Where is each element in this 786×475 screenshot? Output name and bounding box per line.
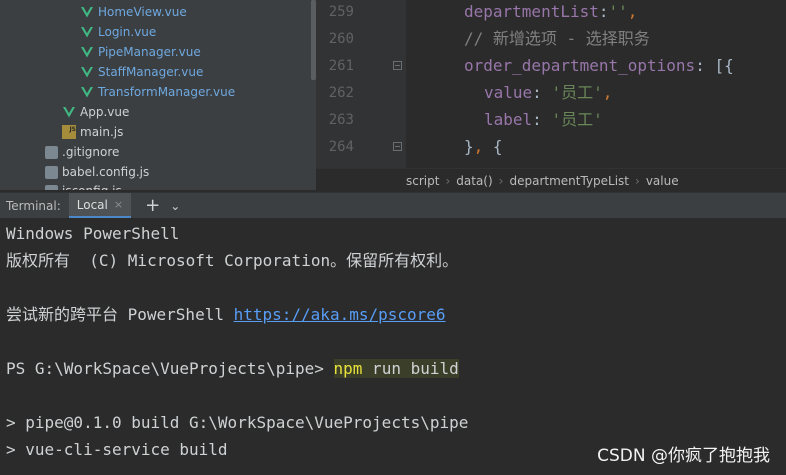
terminal-output[interactable]: Windows PowerShell 版权所有 (C) Microsoft Co… bbox=[0, 218, 786, 475]
tree-item-staffmanager[interactable]: StaffManager.vue bbox=[80, 62, 203, 82]
line-number: 260 bbox=[328, 31, 354, 47]
tree-item-label: jsconfig.js bbox=[62, 181, 122, 190]
code-line: // 新增选项 - 选择职务 bbox=[464, 29, 650, 48]
tree-item-gitignore[interactable]: .gitignore bbox=[44, 142, 119, 162]
js-file-icon bbox=[62, 120, 76, 140]
tree-item-babel[interactable]: babel.config.js bbox=[44, 162, 149, 182]
tree-item-label: TransformManager.vue bbox=[98, 85, 236, 99]
tree-item-label: babel.config.js bbox=[62, 165, 150, 179]
tree-item-transformmanager[interactable]: TransformManager.vue bbox=[80, 82, 235, 102]
code-line: value: '员工', bbox=[484, 83, 613, 102]
line-number: 263 bbox=[328, 112, 354, 128]
tree-item-label: HomeView.vue bbox=[98, 5, 187, 19]
tree-item-main[interactable]: main.js bbox=[62, 120, 124, 142]
tree-item-jsconfig[interactable]: jsconfig.js bbox=[44, 181, 122, 190]
vue-file-icon bbox=[80, 25, 94, 39]
breadcrumb-item-data[interactable]: data() bbox=[450, 174, 498, 188]
terminal-line: PS G:\WorkSpace\VueProjects\pipe> npm ru… bbox=[6, 359, 459, 378]
tree-item-label: StaffManager.vue bbox=[98, 65, 204, 79]
fold-marker-icon[interactable] bbox=[393, 142, 402, 151]
code-line: departmentList:'', bbox=[464, 2, 638, 21]
terminal-line: > pipe@0.1.0 build G:\WorkSpace\VueProje… bbox=[6, 413, 469, 432]
line-number: 262 bbox=[328, 85, 354, 101]
tree-item-homeview[interactable]: HomeView.vue bbox=[80, 2, 187, 22]
chevron-down-icon[interactable]: ⌄ bbox=[170, 199, 180, 213]
tree-item-label: main.js bbox=[80, 125, 124, 139]
tree-item-label: PipeManager.vue bbox=[98, 45, 201, 59]
tree-item-login[interactable]: Login.vue bbox=[80, 22, 156, 42]
editor-gutter: 259 260 261 262 263 264 bbox=[316, 0, 406, 168]
add-terminal-icon[interactable]: + bbox=[145, 197, 160, 215]
line-number: 264 bbox=[328, 139, 354, 155]
terminal-line: > vue-cli-service build bbox=[6, 440, 228, 459]
code-line: }, { bbox=[464, 137, 503, 156]
vue-file-icon bbox=[62, 105, 76, 119]
config-file-icon bbox=[44, 165, 58, 179]
command-npm: npm bbox=[333, 359, 363, 378]
command-args: run build bbox=[362, 359, 459, 378]
fold-marker-icon[interactable] bbox=[393, 61, 402, 70]
code-line: label: '员工' bbox=[484, 110, 603, 129]
vue-file-icon bbox=[80, 65, 94, 79]
breadcrumb: script › data() › departmentTypeList › v… bbox=[316, 168, 786, 193]
terminal-line: 版权所有 (C) Microsoft Corporation。保留所有权利。 bbox=[6, 251, 459, 270]
vue-file-icon bbox=[80, 85, 94, 99]
project-tree: HomeView.vue Login.vue PipeManager.vue S… bbox=[0, 0, 316, 190]
tree-item-label: .gitignore bbox=[62, 145, 120, 159]
tab-label: Local bbox=[76, 197, 108, 212]
watermark: CSDN @你疯了抱抱我 bbox=[597, 446, 770, 466]
terminal-header: Terminal: Local × + ⌄ bbox=[0, 192, 786, 219]
code-editor[interactable]: 259 260 261 262 263 264 departmentList:'… bbox=[316, 0, 786, 168]
terminal-title: Terminal: bbox=[6, 199, 61, 213]
breadcrumb-item-value[interactable]: value bbox=[640, 174, 685, 188]
terminal-line: 尝试新的跨平台 PowerShell https://aka.ms/pscore… bbox=[6, 305, 446, 324]
tab-local[interactable]: Local × bbox=[68, 193, 132, 219]
vue-file-icon bbox=[80, 5, 94, 19]
config-file-icon bbox=[44, 145, 58, 159]
line-number: 261 bbox=[328, 58, 354, 74]
tree-item-app[interactable]: App.vue bbox=[62, 102, 129, 122]
terminal-line: Windows PowerShell bbox=[6, 224, 180, 243]
breadcrumb-item-script[interactable]: script bbox=[400, 174, 445, 188]
tree-item-pipemanager[interactable]: PipeManager.vue bbox=[80, 42, 201, 62]
vue-file-icon bbox=[80, 45, 94, 59]
breadcrumb-item-departmenttypelist[interactable]: departmentTypeList bbox=[503, 174, 635, 188]
code-line: order_department_options: [{ bbox=[464, 56, 734, 75]
tree-item-label: App.vue bbox=[80, 105, 130, 119]
close-icon[interactable]: × bbox=[114, 198, 123, 211]
tree-item-label: Login.vue bbox=[98, 25, 157, 39]
line-number: 259 bbox=[328, 4, 354, 20]
pscore-link[interactable]: https://aka.ms/pscore6 bbox=[234, 305, 446, 324]
config-file-icon bbox=[44, 184, 58, 190]
